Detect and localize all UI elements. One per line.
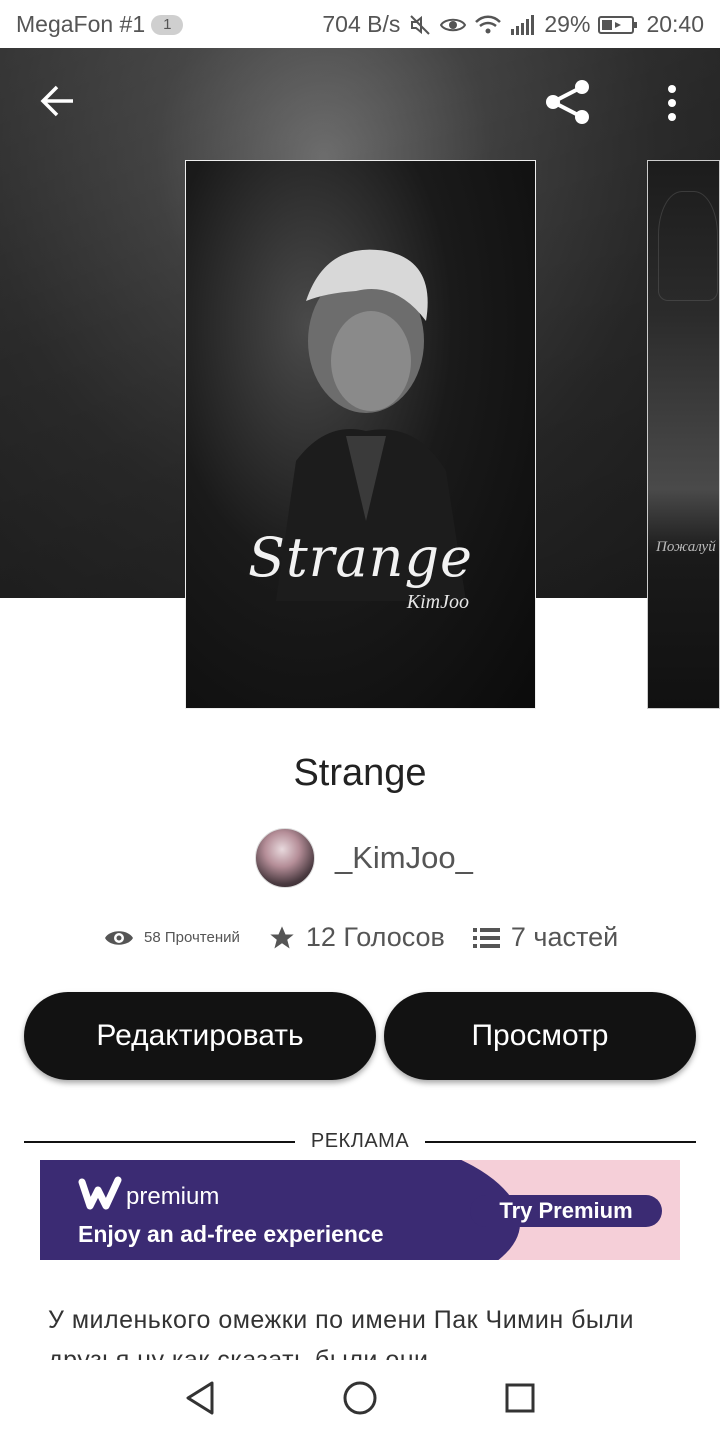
more-options-button[interactable] bbox=[656, 82, 688, 128]
square-recent-icon bbox=[504, 1382, 536, 1419]
triangle-back-icon bbox=[184, 1380, 216, 1421]
story-description: У миленького омежки по имени Пак Чимин б… bbox=[48, 1306, 634, 1360]
story-cover[interactable]: Strange KimJoo bbox=[185, 160, 536, 709]
carrier-name: MegaFon #1 bbox=[16, 11, 146, 37]
system-nav-bar bbox=[0, 1360, 720, 1440]
ad-logo: premium bbox=[78, 1176, 219, 1217]
list-icon bbox=[472, 926, 501, 950]
ad-label: РЕКЛАМА bbox=[310, 1130, 410, 1152]
avatar bbox=[255, 828, 315, 888]
arrow-left-icon bbox=[39, 85, 75, 122]
signal-icon bbox=[510, 14, 536, 35]
edit-button[interactable]: Редактировать bbox=[24, 992, 376, 1080]
battery-percent: 29% bbox=[544, 11, 591, 37]
author-link[interactable]: _KimJoo_ bbox=[255, 828, 473, 888]
back-button[interactable] bbox=[34, 80, 80, 126]
votes-count: 12 Голосов bbox=[305, 922, 445, 952]
next-cover-image bbox=[658, 191, 718, 301]
parts-stat: 7 частей bbox=[472, 922, 619, 953]
share-icon bbox=[542, 78, 594, 131]
ad-banner[interactable]: premium Enjoy an ad-free experience Try … bbox=[40, 1160, 680, 1260]
notification-badge: 1 bbox=[151, 14, 184, 35]
status-bar: MegaFon #1 1 704 B/s 29% 20:40 bbox=[0, 0, 720, 48]
story-stats: 58 Прочтений 12 Голосов 7 частей bbox=[104, 922, 618, 953]
reads-count: 58 Прочтений bbox=[144, 929, 240, 946]
nav-home-button[interactable] bbox=[340, 1380, 380, 1420]
divider bbox=[24, 1140, 295, 1143]
cover-author: KimJoo bbox=[406, 591, 469, 613]
view-button[interactable]: Просмотр bbox=[384, 992, 696, 1080]
circle-home-icon bbox=[342, 1380, 378, 1421]
ad-brand: premium bbox=[126, 1182, 220, 1210]
wattpad-logo-icon bbox=[78, 1176, 122, 1217]
next-story-cover[interactable]: Пожалуй bbox=[647, 160, 720, 709]
ad-tagline: Enjoy an ad-free experience bbox=[78, 1221, 384, 1247]
battery-icon bbox=[598, 14, 638, 36]
carrier-info: MegaFon #1 1 bbox=[16, 11, 184, 38]
eye-icon bbox=[104, 927, 134, 949]
divider bbox=[425, 1140, 697, 1143]
reads-stat: 58 Прочтений bbox=[104, 927, 240, 949]
author-name: _KimJoo_ bbox=[335, 840, 473, 875]
mute-icon bbox=[408, 13, 432, 37]
nav-back-button[interactable] bbox=[180, 1380, 220, 1420]
network-speed: 704 B/s bbox=[322, 11, 401, 37]
status-indicators: 704 B/s 29% 20:40 bbox=[322, 11, 704, 38]
more-vertical-icon bbox=[666, 84, 678, 126]
nav-recent-button[interactable] bbox=[500, 1380, 540, 1420]
parts-count: 7 частей bbox=[510, 922, 619, 952]
clock: 20:40 bbox=[646, 11, 704, 37]
eye-icon bbox=[440, 14, 467, 36]
cover-title: Strange bbox=[247, 526, 473, 589]
share-button[interactable] bbox=[540, 78, 596, 130]
ad-label-row: РЕКЛАМА bbox=[24, 1130, 697, 1153]
star-icon bbox=[268, 924, 296, 952]
wifi-icon bbox=[474, 14, 502, 36]
try-premium-button[interactable]: Try Premium bbox=[470, 1195, 662, 1227]
story-title: Strange bbox=[293, 752, 427, 794]
votes-stat: 12 Голосов bbox=[268, 922, 445, 953]
next-cover-text: Пожалуй bbox=[656, 539, 716, 555]
